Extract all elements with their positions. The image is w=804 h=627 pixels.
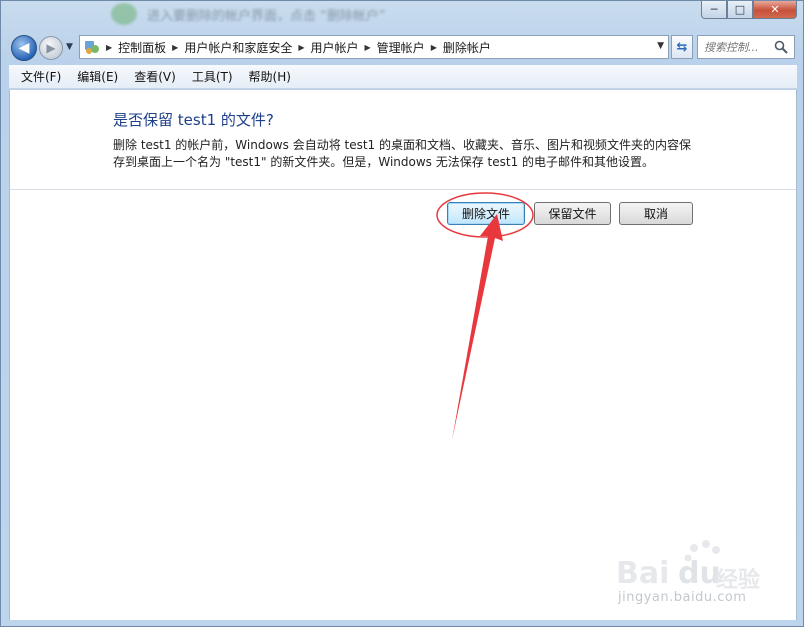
- window-frame: 进入要删除的帐户界面，点击 “删除帐户” ─ □ ✕ ◀ ▶ ▼ ▶ 控制面板 …: [0, 0, 804, 627]
- description-line-2: 存到桌面上一个名为 "test1" 的新文件夹。但是，Windows 无法保存 …: [113, 155, 655, 169]
- chevron-right-icon: ▶: [430, 42, 437, 52]
- chevron-right-icon: ▶: [106, 42, 113, 52]
- breadcrumb-item-manage-accounts[interactable]: 管理帐户: [377, 39, 425, 56]
- chevron-right-icon: ▶: [364, 42, 371, 52]
- page-title: 是否保留 test1 的文件?: [113, 111, 274, 129]
- breadcrumb-item-user-accounts-family[interactable]: 用户帐户和家庭安全: [184, 39, 292, 56]
- delete-files-button[interactable]: 删除文件: [447, 202, 525, 225]
- forward-button[interactable]: ▶: [39, 36, 63, 60]
- chevron-right-icon: ▶: [298, 42, 305, 52]
- app-logo-icon: [111, 3, 137, 25]
- back-button[interactable]: ◀: [11, 35, 37, 61]
- blurred-title: 进入要删除的帐户界面，点击 “删除帐户”: [111, 3, 386, 25]
- menu-bar: 文件(F) 编辑(E) 查看(V) 工具(T) 帮助(H): [9, 65, 797, 89]
- refresh-icon: ⇆: [676, 39, 688, 55]
- chevron-right-icon: ▶: [172, 42, 179, 52]
- menu-view[interactable]: 查看(V): [126, 66, 184, 87]
- breadcrumb: ▶ 控制面板 ▶ 用户帐户和家庭安全 ▶ 用户帐户 ▶ 管理帐户 ▶ 删除帐户: [84, 39, 491, 56]
- search-box[interactable]: [697, 35, 795, 59]
- arrow-left-icon: ◀: [18, 40, 30, 56]
- breadcrumb-item-user-accounts[interactable]: 用户帐户: [311, 39, 359, 56]
- cancel-button[interactable]: 取消: [619, 202, 693, 225]
- recent-pages-dropdown-icon[interactable]: ▼: [66, 42, 73, 52]
- menu-edit[interactable]: 编辑(E): [69, 66, 126, 87]
- keep-files-button[interactable]: 保留文件: [534, 202, 611, 225]
- menu-file[interactable]: 文件(F): [13, 66, 69, 87]
- caption-buttons: ─ □ ✕: [701, 1, 797, 19]
- control-panel-icon: [84, 39, 100, 55]
- description-line-1: 删除 test1 的帐户前，Windows 会自动将 test1 的桌面和文档、…: [113, 138, 692, 152]
- search-icon[interactable]: [774, 40, 788, 54]
- title-bar: 进入要删除的帐户界面，点击 “删除帐户” ─ □ ✕: [1, 1, 803, 29]
- search-input[interactable]: [704, 40, 776, 54]
- description: 删除 test1 的帐户前，Windows 会自动将 test1 的桌面和文档、…: [113, 137, 703, 171]
- arrow-right-icon: ▶: [46, 41, 56, 55]
- menu-tools[interactable]: 工具(T): [184, 66, 241, 87]
- close-button[interactable]: ✕: [753, 1, 797, 19]
- refresh-button[interactable]: ⇆: [671, 35, 693, 59]
- title-text: 进入要删除的帐户界面，点击 “删除帐户”: [147, 8, 386, 24]
- menu-help[interactable]: 帮助(H): [241, 66, 299, 87]
- watermark-brand-2: du: [678, 556, 721, 591]
- minimize-button[interactable]: ─: [701, 1, 727, 19]
- breadcrumb-item-delete-account[interactable]: 删除帐户: [443, 39, 491, 56]
- watermark-url: jingyan.baidu.com: [618, 590, 747, 605]
- address-dropdown-icon[interactable]: ▼: [657, 41, 664, 51]
- breadcrumb-item-control-panel[interactable]: 控制面板: [118, 39, 166, 56]
- divider: [10, 189, 796, 190]
- watermark-brand: Bai: [616, 556, 670, 591]
- address-bar[interactable]: ▶ 控制面板 ▶ 用户帐户和家庭安全 ▶ 用户帐户 ▶ 管理帐户 ▶ 删除帐户 …: [79, 35, 669, 59]
- maximize-button[interactable]: □: [727, 1, 753, 19]
- navigation-row: ◀ ▶ ▼ ▶ 控制面板 ▶ 用户帐户和家庭安全 ▶ 用户帐户 ▶ 管理帐户 ▶…: [9, 33, 797, 61]
